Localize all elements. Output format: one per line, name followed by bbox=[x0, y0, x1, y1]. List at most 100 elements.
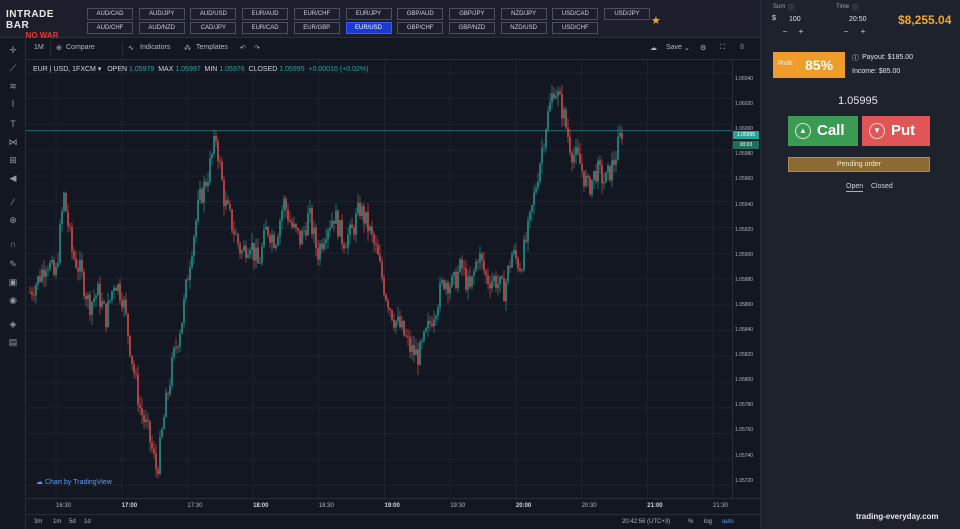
redo-icon[interactable]: ↷ bbox=[254, 44, 260, 52]
percent-toggle[interactable]: % bbox=[688, 519, 693, 525]
candle-body bbox=[255, 247, 257, 261]
interval-button[interactable]: 1M bbox=[34, 44, 44, 51]
candle-body bbox=[273, 234, 275, 248]
layers-icon[interactable]: ◈ bbox=[7, 318, 19, 330]
pair-button-usd-chf[interactable]: USD/CHF bbox=[552, 22, 599, 34]
pair-button-gbp-jpy[interactable]: GBP/JPY bbox=[448, 8, 495, 20]
projection-tool-icon[interactable]: ⋈ bbox=[7, 136, 19, 148]
measure-tool-icon[interactable]: ⊞ bbox=[7, 154, 19, 166]
compare-button[interactable]: Compare bbox=[66, 44, 95, 51]
price-chart[interactable] bbox=[26, 60, 732, 498]
pair-button-aud-chf[interactable]: AUD/CHF bbox=[87, 22, 133, 34]
candle-body bbox=[567, 127, 569, 138]
candle-body bbox=[259, 262, 261, 264]
sum-decrease-button[interactable]: − bbox=[780, 27, 790, 36]
settings-gear-icon[interactable]: ⚙ bbox=[700, 44, 706, 52]
pair-button-nzd-jpy[interactable]: NZD/JPY bbox=[500, 8, 547, 20]
crosshair-icon[interactable]: ✛ bbox=[7, 44, 19, 56]
candle-body bbox=[295, 223, 297, 229]
templates-icon[interactable]: ⁂ bbox=[184, 44, 191, 52]
pair-button-gbp-nzd[interactable]: GBP/NZD bbox=[448, 22, 495, 34]
candle-body bbox=[89, 294, 91, 315]
tradingview-attribution[interactable]: ☁ Chart by TradingView bbox=[36, 478, 112, 486]
price-tick-label: 1.06040 bbox=[735, 76, 754, 82]
sum-input[interactable]: 100 bbox=[789, 16, 801, 23]
magnet-icon[interactable]: ∩ bbox=[7, 238, 19, 250]
candle-body bbox=[129, 335, 131, 356]
range-3m[interactable]: 3m bbox=[34, 519, 42, 525]
candle-body bbox=[309, 207, 311, 214]
pair-button-eur-cad[interactable]: EUR/CAD bbox=[242, 22, 289, 34]
templates-button[interactable]: Templates bbox=[196, 44, 228, 51]
back-arrow-icon[interactable]: ◀ bbox=[7, 172, 19, 184]
change-value: +0.00016 (+0.02%) bbox=[308, 66, 369, 73]
pair-button-eur-gbp[interactable]: EUR/GBP bbox=[293, 22, 340, 34]
info-icon[interactable]: ⓘ bbox=[852, 3, 858, 12]
time-tick-label: 19:30 bbox=[450, 503, 466, 509]
time-increase-button[interactable]: + bbox=[858, 27, 868, 36]
pair-button-eur-chf[interactable]: EUR/CHF bbox=[293, 8, 340, 20]
auto-toggle[interactable]: auto bbox=[722, 519, 734, 525]
candle-body bbox=[239, 243, 241, 254]
pair-button-gbp-chf[interactable]: GBP/CHF bbox=[397, 22, 444, 34]
pair-button-aud-usd[interactable]: AUD/USD bbox=[190, 8, 237, 20]
pair-button-eur-jpy[interactable]: EUR/JPY bbox=[345, 8, 392, 20]
cloud-icon[interactable]: ☁ bbox=[650, 44, 657, 52]
chevron-down-icon[interactable]: ▾ bbox=[98, 66, 102, 73]
candle-body bbox=[293, 223, 295, 228]
tab-open[interactable]: Open bbox=[846, 183, 864, 192]
candle-body bbox=[57, 262, 59, 267]
save-button[interactable]: Save bbox=[666, 44, 682, 51]
eye-icon[interactable]: ◉ bbox=[7, 294, 19, 306]
candle-body bbox=[203, 181, 205, 203]
fib-tool-icon[interactable]: ≋ bbox=[7, 80, 19, 92]
trendline-icon[interactable]: ⟋ bbox=[7, 62, 19, 74]
sum-increase-button[interactable]: + bbox=[796, 27, 806, 36]
call-button[interactable]: ▲ Call bbox=[788, 116, 858, 146]
trash-icon[interactable]: ▤ bbox=[7, 336, 19, 348]
zoom-in-icon[interactable]: ⊕ bbox=[7, 214, 19, 226]
info-icon[interactable]: ⓘ bbox=[788, 3, 794, 12]
lock-drawing-icon[interactable]: ✎ bbox=[7, 258, 19, 270]
pair-button-aud-nzd[interactable]: AUD/NZD bbox=[138, 22, 185, 34]
candle-body bbox=[415, 349, 417, 355]
range-5d[interactable]: 5d bbox=[69, 519, 76, 525]
pair-button-aud-cad[interactable]: AUD/CAD bbox=[87, 8, 133, 20]
camera-icon[interactable]: ⌷ bbox=[740, 44, 744, 52]
pattern-tool-icon[interactable]: ⌇ bbox=[7, 98, 19, 110]
pair-button-eur-aud[interactable]: EUR/AUD bbox=[242, 8, 289, 20]
pair-button-aud-jpy[interactable]: AUD/JPY bbox=[138, 8, 185, 20]
put-button[interactable]: ▼ Put bbox=[862, 116, 930, 146]
candle-body bbox=[267, 226, 269, 236]
compare-icon[interactable]: ⊕ bbox=[56, 44, 62, 52]
text-tool-icon[interactable]: T bbox=[7, 118, 19, 130]
undo-icon[interactable]: ↶ bbox=[240, 44, 246, 52]
candle-body bbox=[159, 436, 161, 474]
pair-button-usd-cad[interactable]: USD/CAD bbox=[552, 8, 599, 20]
candlestick-chart[interactable] bbox=[26, 60, 732, 498]
fullscreen-icon[interactable]: ⛶ bbox=[720, 44, 725, 52]
pair-button-nzd-usd[interactable]: NZD/USD bbox=[500, 22, 547, 34]
pair-button-usd-jpy[interactable]: USD/JPY bbox=[604, 8, 650, 20]
price-tick-label: 1.05800 bbox=[735, 377, 754, 384]
ruler-icon[interactable]: ⁄ bbox=[7, 196, 19, 208]
candle-body bbox=[189, 267, 191, 281]
range-1d[interactable]: 1d bbox=[84, 519, 91, 525]
log-toggle[interactable]: log bbox=[704, 519, 712, 525]
lock-icon[interactable]: ▣ bbox=[7, 276, 19, 288]
time-input[interactable]: 20:50 bbox=[849, 16, 867, 23]
pending-order-button[interactable]: Pending order bbox=[788, 157, 930, 172]
time-decrease-button[interactable]: − bbox=[841, 27, 851, 36]
candle-body bbox=[179, 333, 181, 347]
pair-button-cad-jpy[interactable]: CAD/JPY bbox=[190, 22, 237, 34]
range-1m[interactable]: 1m bbox=[53, 519, 61, 525]
pair-button-eur-usd[interactable]: EUR/USD bbox=[345, 22, 392, 34]
payout-info-icon[interactable]: ⓘ bbox=[852, 53, 859, 63]
favorite-star-icon[interactable]: ★ bbox=[651, 14, 661, 27]
candle-body bbox=[505, 281, 507, 302]
tab-closed[interactable]: Closed bbox=[871, 183, 893, 190]
indicators-button[interactable]: Indicators bbox=[140, 44, 170, 51]
pair-button-gbp-aud[interactable]: GBP/AUD bbox=[397, 8, 444, 20]
indicators-icon[interactable]: ∿ bbox=[128, 44, 134, 52]
chevron-down-icon[interactable]: ⌄ bbox=[684, 44, 690, 52]
